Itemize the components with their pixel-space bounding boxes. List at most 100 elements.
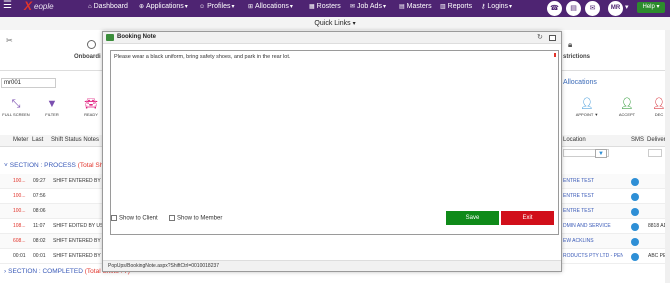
- ready-label: READY: [84, 112, 98, 117]
- cell-status: SHIFT EDITED BY USE: [53, 223, 105, 229]
- top-nav: ☰ X eople ⌂ Dashboard ⊕ Applications▾ ☺ Pro…: [0, 0, 670, 17]
- full-screen-button[interactable]: ⤡ FULL SCREEN: [1, 98, 31, 117]
- profiles-icon: ☺: [199, 4, 206, 10]
- quick-link-onboarding[interactable]: Onboardi: [74, 54, 101, 60]
- help-button[interactable]: Help ▾: [637, 2, 665, 13]
- col-location[interactable]: Location: [563, 137, 586, 143]
- section-process-label: SECTION : PROCESS: [9, 162, 76, 169]
- nav-dashboard[interactable]: ⌂ Dashboard: [88, 3, 128, 10]
- cell-location[interactable]: RODUCTS PTY LTD - PENRI...: [563, 249, 623, 264]
- accept-label: ACCEPT: [618, 112, 636, 117]
- cell-meter: 100...: [13, 178, 26, 184]
- sms-icon[interactable]: [631, 223, 639, 231]
- show-to-member-checkbox[interactable]: Show to Member: [169, 215, 222, 222]
- cell-meter: 100...: [13, 208, 26, 214]
- save-button[interactable]: Save: [446, 211, 499, 225]
- user-avatar[interactable]: MR: [608, 1, 623, 16]
- pin-icon[interactable]: ✂: [6, 36, 13, 45]
- appoint-label: APPOINT ▼: [575, 112, 599, 117]
- cell-last: 11:07: [33, 223, 46, 229]
- filter-button[interactable]: ▼ FILTER: [37, 98, 67, 117]
- sms-icon[interactable]: [631, 178, 639, 186]
- cell-status: SHIFT ENTERED BY C: [53, 238, 105, 244]
- nav-reports[interactable]: ▥ Reports: [440, 3, 472, 10]
- show-to-member-label: Show to Member: [177, 215, 223, 222]
- funnel-icon[interactable]: ▼: [595, 149, 607, 158]
- full-screen-label: FULL SCREEN: [2, 112, 30, 117]
- document-icon[interactable]: ▤: [566, 1, 581, 16]
- nav-applications[interactable]: ⊕ Applications▾: [139, 3, 188, 10]
- nav-allocations[interactable]: ⊞ Allocations▾: [248, 3, 293, 10]
- search-input[interactable]: mr001: [1, 78, 56, 88]
- show-to-client-checkbox[interactable]: Show to Client: [111, 215, 158, 222]
- col-last[interactable]: Last: [32, 137, 43, 143]
- nav-masters[interactable]: ▤ Masters: [399, 3, 432, 10]
- cell-location[interactable]: EW ACKLINS: [563, 234, 623, 249]
- booking-note-dialog: Booking Note ↻ Please wear a black unifo…: [102, 31, 562, 272]
- person-check-icon: 👤︎: [620, 98, 634, 110]
- quick-links-bar[interactable]: Quick Links ▾: [0, 17, 670, 30]
- chat-icon[interactable]: ✉: [585, 1, 600, 16]
- cell-meter: 608...: [13, 238, 26, 244]
- filter-icon: ▼: [46, 98, 58, 110]
- hamburger-menu-icon[interactable]: ☰: [3, 1, 12, 11]
- user-menu-caret[interactable]: ▾: [625, 3, 629, 11]
- cell-last: 09:27: [33, 178, 46, 184]
- logo-text: eople: [34, 2, 54, 11]
- reports-icon: ▥: [440, 4, 446, 10]
- fullscreen-icon: ⤡: [11, 98, 21, 110]
- lock-icon[interactable]: 🔒︎: [568, 40, 572, 50]
- col-meter[interactable]: Meter: [13, 137, 28, 143]
- rosters-icon: ▦: [309, 4, 315, 10]
- checkbox-icon[interactable]: [169, 215, 175, 221]
- cell-last: 08:02: [33, 238, 46, 244]
- chevron-right-icon: ›: [4, 268, 7, 275]
- phone-icon[interactable]: ☎: [547, 1, 562, 16]
- section-completed-label: SECTION : COMPLETED: [8, 268, 83, 275]
- delivery-filter-input[interactable]: [648, 149, 662, 157]
- cell-last: 00:01: [33, 253, 46, 259]
- refresh-icon[interactable]: ↻: [537, 33, 543, 41]
- col-sms[interactable]: SMS: [631, 137, 644, 143]
- quick-links-label: Quick Links: [314, 20, 351, 27]
- quick-link-restrictions[interactable]: strictions: [563, 54, 590, 60]
- col-shift-status-notes[interactable]: Shift Status Notes: [51, 137, 99, 143]
- accept-button[interactable]: 👤︎ ACCEPT: [612, 98, 642, 117]
- nav-profiles[interactable]: ☺ Profiles▾: [199, 3, 235, 10]
- appoint-button[interactable]: 👤︎ APPOINT ▼: [572, 98, 602, 117]
- cell-location[interactable]: ENTRE TEST: [563, 174, 623, 189]
- textarea-scroll-marker: [554, 53, 556, 57]
- onboarding-icon[interactable]: [87, 40, 96, 49]
- dashboard-icon: ⌂: [88, 4, 92, 10]
- checkbox-icon[interactable]: [111, 215, 117, 221]
- sms-icon[interactable]: [631, 208, 639, 216]
- exit-button[interactable]: Exit: [501, 211, 554, 225]
- nav-logins[interactable]: ⚷ Logins▾: [481, 3, 512, 10]
- cell-meter: 00:01: [13, 253, 26, 259]
- cell-location[interactable]: DMIN AND SERVICE: [563, 219, 623, 234]
- cell-location[interactable]: ENTRE TEST: [563, 204, 623, 219]
- dialog-title-bar[interactable]: Booking Note ↻: [103, 32, 561, 44]
- cell-meter: 108...: [13, 223, 26, 229]
- nav-rosters[interactable]: ▦ Rosters: [309, 3, 341, 10]
- cell-status: SHIFT ENTERED BY C: [53, 253, 105, 259]
- cell-last: 08:06: [33, 208, 46, 214]
- dialog-status-bar: PopUps/BookingNote.aspx?ShiftCtrl=001001…: [103, 260, 561, 271]
- allocations-link[interactable]: Allocations: [563, 79, 597, 86]
- maximize-icon[interactable]: [549, 35, 556, 41]
- decline-label: DEC: [654, 112, 664, 117]
- logins-icon: ⚷: [481, 4, 486, 10]
- sms-icon[interactable]: [631, 193, 639, 201]
- person-x-icon: 👤︎: [652, 98, 666, 110]
- sms-icon[interactable]: [631, 253, 639, 261]
- chevron-down-icon: ▾: [352, 21, 356, 27]
- chevron-down-icon: ˅: [4, 162, 8, 169]
- page-scrollbar[interactable]: [665, 30, 670, 283]
- logo-mark: X: [24, 0, 33, 13]
- cell-location[interactable]: ENTRE TEST: [563, 189, 623, 204]
- allocations-icon: ⊞: [248, 4, 254, 10]
- sms-icon[interactable]: [631, 238, 639, 246]
- booking-note-textarea[interactable]: Please wear a black uniform, bring safet…: [110, 50, 559, 235]
- cell-status: SHIFT ENTERED BY C: [53, 178, 105, 184]
- nav-job-ads[interactable]: ✉ Job Ads▾: [350, 3, 386, 10]
